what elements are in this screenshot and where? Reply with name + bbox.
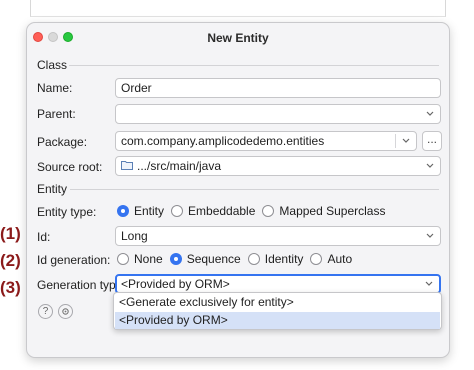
- entity-type-radio-group: Entity Embeddable Mapped Superclass: [117, 204, 392, 218]
- source-root-label: Source root:: [37, 160, 103, 174]
- radio-unselected-icon: [310, 253, 323, 265]
- name-label: Name:: [37, 81, 73, 95]
- radio-label: Entity: [134, 204, 165, 218]
- folder-icon: [121, 157, 133, 175]
- background-window-edge: [30, 0, 446, 17]
- help-button[interactable]: ?: [38, 304, 53, 319]
- radio-unselected-icon: [171, 205, 184, 217]
- entity-type-option-embeddable[interactable]: Embeddable: [171, 204, 255, 218]
- radio-selected-icon: [169, 253, 182, 265]
- radio-label: Mapped Superclass: [279, 204, 386, 218]
- settings-button[interactable]: [58, 304, 73, 319]
- generation-type-dropdown-list: <Generate exclusively for entity> <Provi…: [113, 292, 442, 330]
- package-browse-button[interactable]: ...: [422, 131, 442, 151]
- name-field-value: Order: [121, 81, 152, 95]
- radio-label: Embeddable: [188, 204, 256, 218]
- generation-type-select[interactable]: <Provided by ORM>: [115, 274, 441, 294]
- package-label: Package:: [37, 135, 88, 149]
- package-select-value: com.company.amplicodedemo.entities: [121, 134, 325, 148]
- annotation-marker-1: (1): [0, 224, 21, 243]
- chevron-down-icon: [424, 276, 434, 292]
- id-generation-option-none[interactable]: None: [117, 252, 163, 266]
- id-type-select[interactable]: Long: [115, 226, 441, 246]
- id-generation-label: Id generation:: [37, 253, 111, 267]
- entity-type-label: Entity type:: [37, 205, 97, 219]
- name-field[interactable]: Order: [115, 78, 441, 98]
- radio-label: Identity: [264, 252, 304, 266]
- source-root-value: .../src/main/java: [137, 159, 222, 173]
- window-title: New Entity: [207, 31, 269, 45]
- entity-type-option-entity[interactable]: Entity: [117, 204, 164, 218]
- generation-type-value: <Provided by ORM>: [121, 277, 230, 291]
- annotation-marker-3: (3): [0, 278, 21, 297]
- id-generation-radio-group: None Sequence Identity Auto: [117, 252, 359, 266]
- package-select-divider: [395, 134, 396, 148]
- radio-label: Auto: [327, 252, 353, 266]
- package-select[interactable]: com.company.amplicodedemo.entities: [115, 131, 417, 151]
- chevron-down-icon: [401, 132, 411, 150]
- entity-type-option-mapped-superclass[interactable]: Mapped Superclass: [262, 204, 385, 218]
- parent-label: Parent:: [37, 107, 76, 121]
- radio-label: None: [134, 252, 163, 266]
- source-root-select[interactable]: .../src/main/java: [115, 156, 441, 176]
- class-section-header: Class: [37, 58, 68, 72]
- id-type-value: Long: [121, 229, 148, 243]
- id-label: Id:: [37, 230, 51, 244]
- dropdown-option-generate-exclusively[interactable]: <Generate exclusively for entity>: [115, 294, 440, 311]
- chevron-down-icon: [425, 157, 435, 175]
- id-generation-option-sequence[interactable]: Sequence: [169, 252, 241, 266]
- gear-icon: [61, 308, 70, 319]
- radio-selected-icon: [117, 205, 129, 217]
- class-section-divider: [69, 65, 439, 66]
- id-generation-option-identity[interactable]: Identity: [247, 252, 304, 266]
- chevron-down-icon: [425, 105, 435, 123]
- dropdown-option-provided-by-orm[interactable]: <Provided by ORM>: [115, 312, 440, 329]
- entity-section-divider: [70, 189, 439, 190]
- radio-unselected-icon: [262, 205, 275, 217]
- radio-unselected-icon: [117, 253, 129, 265]
- id-generation-option-auto[interactable]: Auto: [310, 252, 352, 266]
- background-window-strip: [0, 0, 474, 24]
- parent-select[interactable]: [115, 104, 441, 124]
- chevron-down-icon: [425, 227, 435, 245]
- radio-unselected-icon: [247, 253, 260, 265]
- title-bar: New Entity: [27, 23, 449, 51]
- generation-type-label: Generation type:: [37, 278, 126, 292]
- entity-section-header: Entity: [37, 182, 68, 196]
- annotation-marker-2: (2): [0, 251, 21, 270]
- radio-label: Sequence: [186, 252, 241, 266]
